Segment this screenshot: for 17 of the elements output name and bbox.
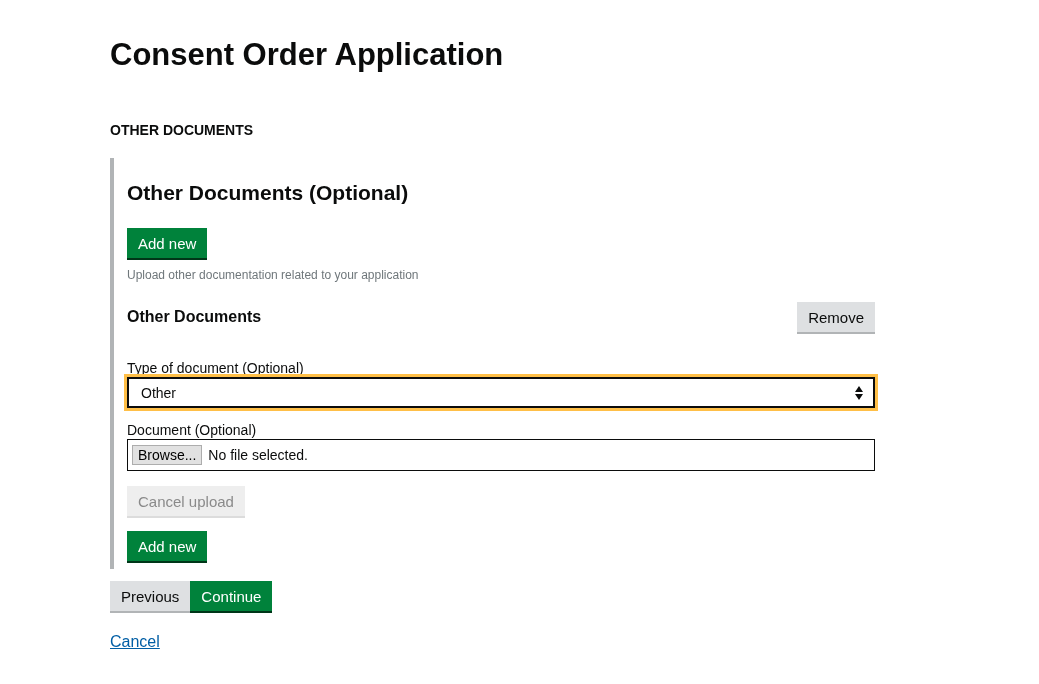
page-title: Consent Order Application	[110, 36, 505, 74]
cancel-link[interactable]: Cancel	[110, 633, 160, 651]
hint-text: Upload other documentation related to your application	[127, 268, 420, 282]
remove-button[interactable]: Remove	[797, 302, 875, 332]
continue-button[interactable]: Continue	[190, 581, 273, 611]
file-status: No file selected.	[208, 447, 308, 463]
browse-button[interactable]: Browse...	[132, 445, 203, 465]
document-type-select[interactable]: Other	[127, 377, 875, 408]
add-new-button[interactable]: Add new	[127, 228, 208, 258]
add-new-button[interactable]: Add new	[127, 531, 208, 561]
sort-arrows-icon	[855, 385, 863, 400]
field-label: Document (Optional)	[127, 422, 258, 438]
file-input[interactable]: Browse... No file selected.	[127, 439, 875, 471]
panel-heading: Other Documents (Optional)	[127, 180, 410, 206]
section-label: OTHER DOCUMENTS	[110, 122, 255, 138]
item-heading: Other Documents	[127, 308, 262, 326]
previous-button[interactable]: Previous	[110, 581, 191, 611]
